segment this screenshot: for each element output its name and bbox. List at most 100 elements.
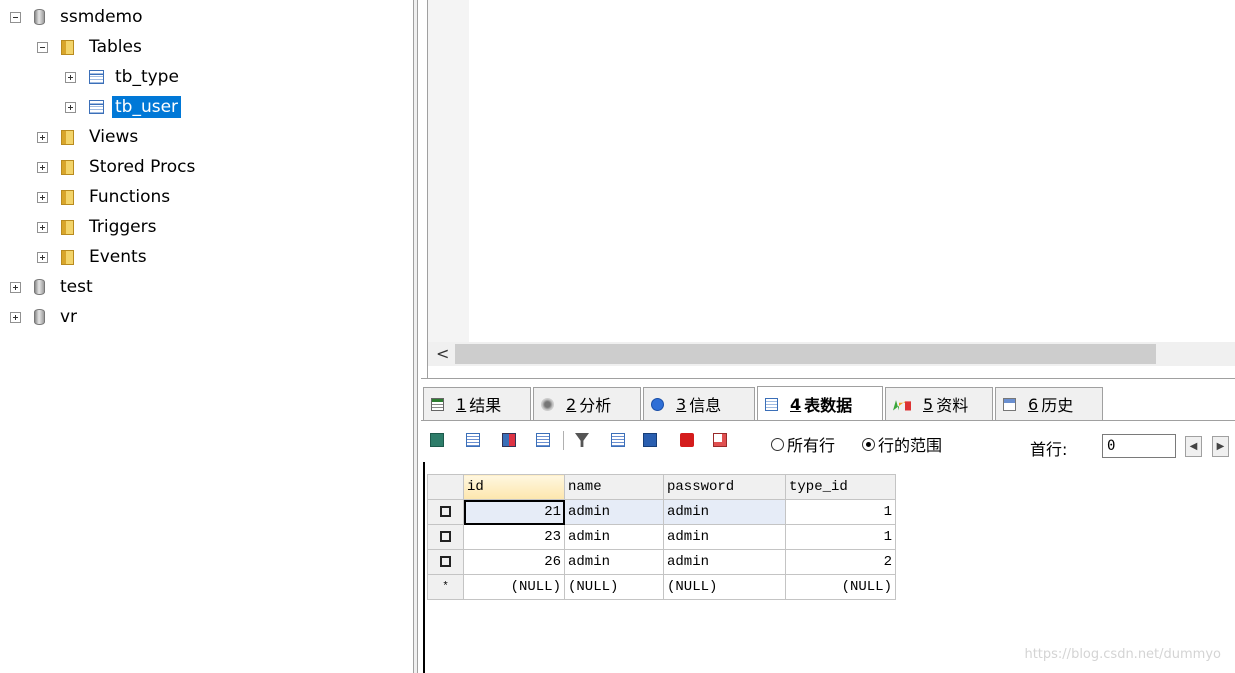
- grid-header-row: id name password type_id: [427, 474, 896, 500]
- cell-password[interactable]: admin: [663, 549, 786, 575]
- tree-db-test[interactable]: test: [10, 273, 96, 301]
- cell-type-id[interactable]: 2: [785, 549, 896, 575]
- expand-icon[interactable]: [37, 191, 48, 203]
- prev-page-icon[interactable]: ◀: [1185, 436, 1202, 457]
- tree-folder-stored-procs[interactable]: Stored Procs: [37, 153, 198, 181]
- tab-number: 2: [566, 394, 577, 414]
- add-row-icon[interactable]: [611, 433, 625, 447]
- tree-folder-views[interactable]: Views: [37, 123, 141, 151]
- column-header-type-id[interactable]: type_id: [785, 474, 896, 500]
- corner-cell[interactable]: [427, 474, 464, 500]
- radio-row-range[interactable]: 行的范围: [862, 432, 942, 456]
- database-icon: [34, 309, 45, 325]
- tree-table-tb_type[interactable]: tb_type: [65, 63, 182, 91]
- cell-name[interactable]: admin: [564, 499, 664, 525]
- refresh-rows-icon[interactable]: [536, 433, 550, 447]
- tab-label: 资料: [936, 396, 969, 415]
- tab-number: 4: [790, 394, 802, 414]
- cell-id[interactable]: 26: [463, 549, 565, 575]
- tab-history[interactable]: 6 历史: [995, 387, 1103, 420]
- cell-name[interactable]: (NULL): [564, 574, 664, 600]
- row-checkbox[interactable]: [427, 549, 464, 575]
- tab-number: 5: [923, 394, 934, 414]
- tab-results[interactable]: 1 结果: [423, 387, 531, 420]
- cell-id[interactable]: 23: [463, 524, 565, 550]
- table-row[interactable]: 21 admin admin 1: [427, 499, 896, 525]
- tree-db-vr[interactable]: vr: [10, 303, 80, 331]
- cell-password[interactable]: (NULL): [663, 574, 786, 600]
- table-row[interactable]: 23 admin admin 1: [427, 524, 896, 550]
- tree-folder-label: Events: [89, 247, 147, 267]
- folder-icon: [61, 39, 74, 55]
- tab-label: 信息: [689, 396, 722, 415]
- toolbar-separator: [563, 431, 564, 450]
- expand-icon[interactable]: [37, 131, 48, 143]
- scroll-left-icon[interactable]: <: [436, 344, 449, 363]
- save-icon[interactable]: [643, 433, 657, 447]
- collapse-icon[interactable]: [37, 41, 48, 53]
- tree-folder-events[interactable]: Events: [37, 243, 150, 271]
- cell-type-id[interactable]: (NULL): [785, 574, 896, 600]
- radio-button[interactable]: [771, 437, 784, 451]
- tab-baseline: [421, 420, 1235, 421]
- tab-label: 表数据: [804, 396, 853, 415]
- collapse-icon[interactable]: [10, 11, 21, 23]
- duplicate-row-icon[interactable]: [466, 433, 480, 447]
- cell-name[interactable]: admin: [564, 524, 664, 550]
- expand-icon[interactable]: [65, 71, 76, 83]
- tab-info[interactable]: 5 资料: [885, 387, 993, 420]
- column-header-id[interactable]: id: [463, 474, 565, 500]
- tree-table-label: tb_type: [115, 67, 179, 87]
- cell-type-id[interactable]: 1: [785, 524, 896, 550]
- tab-table-data[interactable]: 4 表数据: [757, 386, 883, 421]
- tree-db-label: test: [60, 277, 93, 297]
- horizontal-scrollbar[interactable]: <: [428, 342, 1235, 366]
- new-row[interactable]: * (NULL) (NULL) (NULL) (NULL): [427, 574, 896, 600]
- cell-id[interactable]: (NULL): [463, 574, 565, 600]
- column-header-name[interactable]: name: [564, 474, 664, 500]
- first-row-input[interactable]: 0: [1102, 434, 1176, 458]
- tab-profiler[interactable]: 2 分析: [533, 387, 641, 420]
- expand-icon[interactable]: [10, 281, 21, 293]
- row-checkbox[interactable]: [427, 499, 464, 525]
- expand-icon[interactable]: [65, 101, 76, 113]
- cell-name[interactable]: admin: [564, 549, 664, 575]
- tree-folder-label: Tables: [89, 37, 142, 57]
- row-checkbox[interactable]: [427, 524, 464, 550]
- cell-type-id[interactable]: 1: [785, 499, 896, 525]
- filter-icon[interactable]: [575, 433, 589, 447]
- scrollbar-thumb[interactable]: [455, 344, 1156, 364]
- expand-icon[interactable]: [37, 251, 48, 263]
- next-page-icon[interactable]: ▶: [1212, 436, 1229, 457]
- tree-db-ssmdemo[interactable]: ssmdemo: [10, 3, 146, 31]
- checkbox-icon[interactable]: [440, 530, 451, 542]
- tree-folder-functions[interactable]: Functions: [37, 183, 173, 211]
- column-header-password[interactable]: password: [663, 474, 786, 500]
- expand-icon[interactable]: [37, 161, 48, 173]
- cell-id[interactable]: 21: [463, 499, 565, 525]
- cell-password[interactable]: admin: [663, 524, 786, 550]
- expand-icon[interactable]: [37, 221, 48, 233]
- vertical-splitter[interactable]: [413, 0, 418, 673]
- tab-messages[interactable]: 3 信息: [643, 387, 755, 420]
- tree-folder-tables[interactable]: Tables: [37, 33, 145, 61]
- table-row[interactable]: 26 admin admin 2: [427, 549, 896, 575]
- cell-password[interactable]: admin: [663, 499, 786, 525]
- tree-folder-triggers[interactable]: Triggers: [37, 213, 160, 241]
- tab-number: 3: [676, 394, 687, 414]
- checkbox-icon[interactable]: [440, 505, 451, 517]
- tree-folder-label: Triggers: [89, 217, 157, 237]
- tab-label: 历史: [1041, 396, 1074, 415]
- tab-number: 6: [1028, 394, 1039, 414]
- insert-row-icon[interactable]: [430, 433, 444, 447]
- delete-icon[interactable]: [680, 433, 694, 447]
- expand-icon[interactable]: [10, 311, 21, 323]
- results-icon: [431, 397, 444, 411]
- new-row-marker: *: [427, 574, 464, 600]
- checkbox-icon[interactable]: [440, 555, 451, 567]
- radio-button[interactable]: [862, 437, 875, 451]
- cancel-changes-icon[interactable]: [713, 433, 727, 447]
- radio-all-rows[interactable]: 所有行: [771, 432, 835, 456]
- copy-rows-icon[interactable]: [502, 433, 516, 447]
- tree-table-tb_user[interactable]: tb_user: [65, 93, 182, 121]
